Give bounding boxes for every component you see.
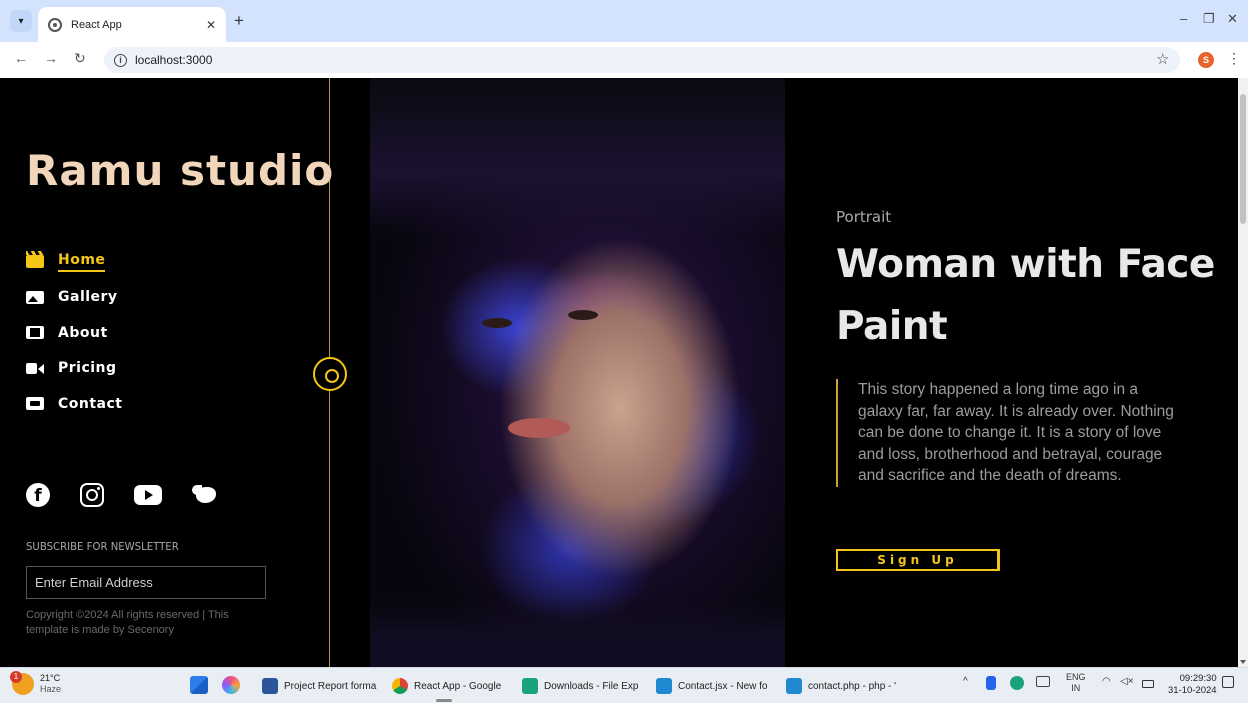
taskbar-app-label: contact.php - php - ' xyxy=(808,680,897,692)
taskbar-clock[interactable]: 09:29:30 31-10-2024 xyxy=(1168,673,1217,697)
nav-label: Gallery xyxy=(58,289,118,306)
vscode-icon xyxy=(786,678,802,694)
weather-temp: 21°C xyxy=(40,673,61,683)
language-bottom: IN xyxy=(1071,683,1081,693)
react-favicon-icon xyxy=(48,17,62,32)
sign-up-button[interactable]: Sign Up xyxy=(836,549,1000,571)
taskbar-app-label: Downloads - File Exp xyxy=(544,680,639,692)
vscode-icon xyxy=(656,678,672,694)
url-text: localhost:3000 xyxy=(135,53,213,67)
page-scrollbar[interactable] xyxy=(1238,78,1248,667)
forward-icon[interactable]: → xyxy=(44,50,58,66)
notification-icon[interactable] xyxy=(1222,676,1234,688)
main-nav: Home Gallery About Pricing Contact xyxy=(26,244,123,422)
sidebar: Ramu studio Home Gallery About Pricing C… xyxy=(0,78,333,667)
social-links: f xyxy=(26,483,218,507)
clapperboard-icon xyxy=(26,251,44,269)
taskbar-app-label: Project Report forma xyxy=(284,680,377,692)
nav-label: About xyxy=(58,324,108,341)
image-icon xyxy=(26,290,44,304)
hero-title: Woman with Face Paint xyxy=(836,242,1215,349)
tab-title: React App xyxy=(71,18,122,31)
nav-label: Pricing xyxy=(58,360,117,377)
hero-story: This story happened a long time ago in a… xyxy=(836,379,1176,487)
page-viewport: Ramu studio Home Gallery About Pricing C… xyxy=(0,78,1248,667)
nav-item-pricing[interactable]: Pricing xyxy=(26,351,123,387)
instagram-icon[interactable] xyxy=(80,483,104,507)
volume-icon[interactable]: ◁× xyxy=(1120,676,1134,687)
scroll-down-icon[interactable] xyxy=(1240,660,1246,664)
copilot-icon[interactable] xyxy=(222,676,240,694)
nav-item-home[interactable]: Home xyxy=(26,244,123,280)
keyboard-icon[interactable] xyxy=(1036,676,1050,687)
browser-tab[interactable]: React App ✕ xyxy=(38,7,226,42)
clock-time: 09:29:30 xyxy=(1179,673,1217,684)
weather-text: 21°C Haze xyxy=(40,673,61,695)
weather-desc: Haze xyxy=(40,684,62,694)
youtube-icon[interactable] xyxy=(134,485,162,505)
nav-item-gallery[interactable]: Gallery xyxy=(26,280,123,316)
nav-item-about[interactable]: About xyxy=(26,315,123,351)
close-window-button[interactable]: ✕ xyxy=(1227,11,1238,27)
nav-item-contact[interactable]: Contact xyxy=(26,386,123,422)
film-icon xyxy=(26,326,44,340)
minimize-button[interactable]: – xyxy=(1180,11,1187,26)
facebook-icon[interactable]: f xyxy=(26,483,50,507)
portrait-eye-left xyxy=(482,318,512,328)
back-icon[interactable]: ← xyxy=(14,50,28,66)
hero-content: Portrait Woman with Face Paint This stor… xyxy=(836,78,1216,667)
browser-menu-icon[interactable]: ⋮ xyxy=(1227,50,1241,67)
camera-icon xyxy=(26,397,44,411)
browser-tab-bar: ▾ React App ✕ + – ❐ ✕ xyxy=(0,0,1248,42)
tray-chevron-icon[interactable]: ^ xyxy=(963,676,968,687)
bookmark-star-icon[interactable]: ☆ xyxy=(1156,50,1169,68)
taskbar-app-chrome[interactable]: React App - Google xyxy=(392,674,502,702)
newsletter-title: SUBSCRIBE FOR NEWSLETTER xyxy=(26,540,179,553)
slider-toggle-circle[interactable] xyxy=(313,357,347,391)
portrait-eye-right xyxy=(568,310,598,320)
scrollbar-thumb[interactable] xyxy=(1240,94,1246,224)
new-tab-button[interactable]: + xyxy=(234,11,244,31)
hero-portrait-image xyxy=(370,78,785,667)
restore-button[interactable]: ❐ xyxy=(1203,11,1215,27)
email-field[interactable] xyxy=(26,566,266,599)
chrome-icon xyxy=(392,678,408,694)
taskbar-app-word[interactable]: Project Report forma xyxy=(262,674,376,698)
file-explorer-icon xyxy=(522,678,538,694)
hair-shade xyxy=(370,78,785,238)
copyright-text: Copyright ©2024 All rights reserved | Th… xyxy=(26,609,229,636)
video-camera-icon xyxy=(26,362,44,375)
studio-logo[interactable]: Ramu studio xyxy=(26,146,334,195)
wifi-icon[interactable]: ◠ xyxy=(1102,676,1111,687)
taskbar-app-vscode-2[interactable]: contact.php - php - ' xyxy=(786,674,896,698)
address-bar[interactable]: i localhost:3000 xyxy=(104,47,1180,73)
portrait-lips xyxy=(508,418,570,438)
taskbar-app-explorer[interactable]: Downloads - File Exp xyxy=(522,674,638,698)
language-indicator[interactable]: ENG IN xyxy=(1066,672,1086,694)
tab-search-chevron-icon[interactable]: ▾ xyxy=(10,10,32,32)
weather-sun-icon xyxy=(10,671,34,695)
nav-label: Home xyxy=(58,252,106,272)
tray-sync-icon[interactable] xyxy=(1010,676,1024,690)
site-info-icon[interactable]: i xyxy=(114,53,127,67)
word-icon xyxy=(262,678,278,694)
tab-close-icon[interactable]: ✕ xyxy=(206,18,216,32)
language-top: ENG xyxy=(1066,672,1086,682)
portrait-shirt xyxy=(370,598,785,667)
twitter-icon[interactable] xyxy=(192,483,218,507)
taskbar-app-label: Contact.jsx - New fo xyxy=(678,680,768,692)
taskbar-app-label: React App - Google xyxy=(414,680,502,692)
battery-icon[interactable] xyxy=(1142,680,1154,688)
profile-avatar[interactable]: S xyxy=(1198,52,1214,68)
tray-app-icon[interactable] xyxy=(986,676,996,690)
weather-widget[interactable]: 21°C Haze xyxy=(10,671,61,695)
clock-date: 31-10-2024 xyxy=(1168,685,1217,696)
reload-icon[interactable]: ↻ xyxy=(74,50,86,67)
nav-label: Contact xyxy=(58,395,123,412)
windows-start-icon[interactable] xyxy=(190,676,208,694)
browser-toolbar: ← → ↻ i localhost:3000 ☆ xyxy=(0,42,1248,78)
taskbar-app-vscode-1[interactable]: Contact.jsx - New fo xyxy=(656,674,767,698)
hero-subtitle: Portrait xyxy=(836,208,892,226)
windows-taskbar: 21°C Haze Project Report forma React App… xyxy=(0,667,1248,703)
